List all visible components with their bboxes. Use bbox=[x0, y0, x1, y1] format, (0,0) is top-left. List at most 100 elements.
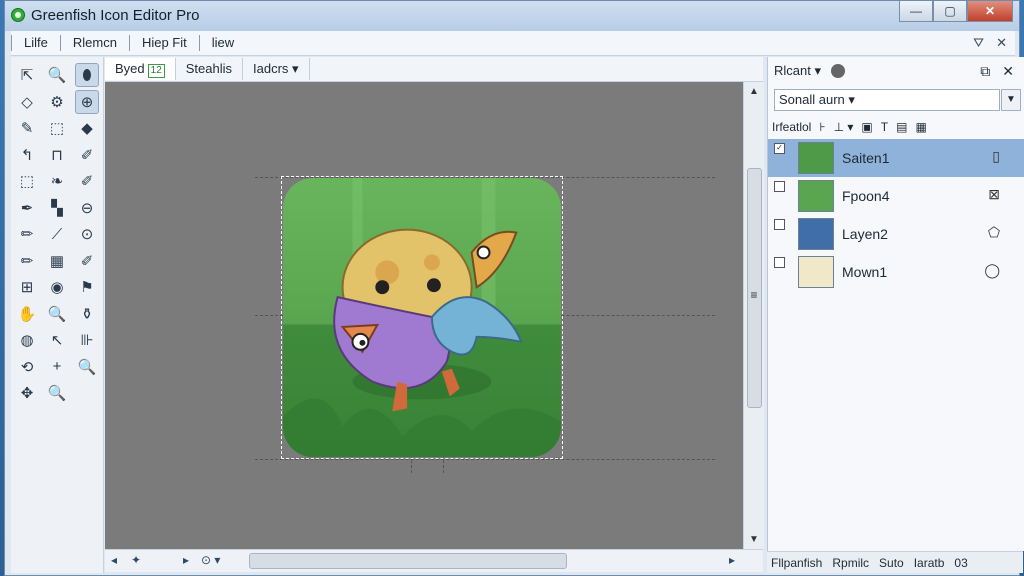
layer-lock-icon[interactable]: ▯ bbox=[992, 148, 1000, 165]
dock-icon[interactable]: ⧉ bbox=[980, 63, 990, 80]
layer-name: Layen2 bbox=[842, 226, 888, 242]
layer-options-icon[interactable]: ◯ bbox=[984, 262, 1000, 279]
bucket-icon[interactable]: ⚱ bbox=[75, 302, 99, 326]
menu-bar: Lilfe Rlemcn Hiep Fit liew ⛛ ✕ bbox=[11, 31, 1015, 56]
spray-icon[interactable]: ✏ bbox=[15, 222, 39, 246]
blend-mode-select[interactable]: Sonall aurn ▾ bbox=[774, 89, 1000, 111]
layer-options-icon[interactable]: ⬠ bbox=[988, 224, 1000, 241]
text-layer-icon[interactable]: T bbox=[881, 120, 888, 134]
status-count: 03 bbox=[954, 555, 968, 570]
leaf-icon[interactable]: ❧ bbox=[45, 169, 69, 193]
bird-icon-artwork bbox=[283, 178, 561, 457]
status-app: Fllpanfish bbox=[771, 555, 823, 570]
layer-row[interactable]: Layen2 ⬠ bbox=[768, 215, 1024, 253]
search-large-icon[interactable]: 🔍 bbox=[75, 355, 99, 379]
plus-icon[interactable]: + bbox=[45, 355, 69, 379]
menu-help[interactable]: Hiep Fit bbox=[128, 35, 199, 51]
scroll-down-arrow[interactable]: ▼ bbox=[744, 534, 764, 545]
hand-icon[interactable]: ✋ bbox=[15, 302, 39, 326]
bird-illustration bbox=[283, 178, 561, 457]
document-tabs: Byed 12 Steahlis Iadcrs ▾ bbox=[105, 57, 763, 82]
menu-view[interactable]: liew bbox=[198, 35, 246, 51]
gradient-icon[interactable]: ◉ bbox=[45, 275, 69, 299]
dotted-select-icon[interactable]: ⬚ bbox=[15, 169, 39, 193]
layer-props-button[interactable]: Irfeatlol bbox=[772, 120, 811, 134]
anchor-icon[interactable]: ✦ bbox=[131, 553, 141, 567]
tab-byed[interactable]: Byed 12 bbox=[105, 58, 176, 80]
menu-edit[interactable]: Rlemcn bbox=[59, 35, 129, 51]
horizontal-scrollbar[interactable]: ◂ ✦ ▸ ⊙ ▾ ▸ bbox=[105, 549, 763, 572]
line-icon[interactable]: ⟋ bbox=[45, 222, 69, 246]
vertical-scrollbar[interactable]: ▲ ≡ ▼ bbox=[743, 82, 764, 549]
filter-icon[interactable]: ⛛ bbox=[973, 35, 984, 51]
flip-icon[interactable]: ⊪ bbox=[75, 328, 99, 352]
status-auto: Suto bbox=[879, 555, 904, 570]
color-swatch-icon[interactable]: ▦ bbox=[45, 249, 69, 273]
play-icon[interactable]: ▸ bbox=[183, 553, 189, 567]
anchor-tool-icon[interactable]: ⊦ bbox=[819, 120, 825, 134]
checker-icon[interactable]: ▚ bbox=[45, 196, 69, 220]
drawing-canvas[interactable] bbox=[105, 82, 743, 549]
panel-globe-icon[interactable] bbox=[831, 64, 845, 78]
cursor-icon[interactable]: ↖ bbox=[45, 328, 69, 352]
diamond-select-icon[interactable]: ◇ bbox=[15, 90, 39, 114]
icon-selection-frame[interactable] bbox=[281, 176, 563, 459]
window-controls: — ▢ ✕ bbox=[899, 1, 1013, 22]
layer-options-icon[interactable]: ⊠ bbox=[988, 186, 1000, 203]
layer-name: Mown1 bbox=[842, 264, 888, 280]
zoom-small-icon[interactable]: 🔍 bbox=[45, 381, 69, 405]
tab-layers[interactable]: Iadcrs ▾ bbox=[243, 58, 310, 80]
zoom-dropdown[interactable]: ⊙ ▾ bbox=[201, 553, 220, 567]
eraser-icon[interactable]: ✏ bbox=[15, 249, 39, 273]
panel-title[interactable]: Rlcant ▾ bbox=[774, 63, 821, 79]
pencil-icon[interactable]: ✎ bbox=[15, 116, 39, 140]
grid-layer-icon[interactable]: ▦ bbox=[915, 120, 926, 134]
text-flag-icon[interactable]: ⚑ bbox=[75, 275, 99, 299]
eyedrop-icon[interactable]: ✐ bbox=[75, 143, 99, 167]
stamp-icon[interactable]: ⊓ bbox=[45, 143, 69, 167]
globe-icon[interactable]: ◍ bbox=[15, 328, 39, 352]
rect-select-icon[interactable]: ⬚ bbox=[45, 116, 69, 140]
magic-wand-icon[interactable]: ⚙ bbox=[45, 90, 69, 114]
layer-visibility-checkbox[interactable]: ✓ bbox=[774, 143, 785, 154]
chevron-down-icon[interactable]: ▼ bbox=[1001, 89, 1021, 111]
tab-steahlis[interactable]: Steahlis bbox=[176, 58, 244, 80]
panel-close-icon[interactable]: ✕ bbox=[1002, 63, 1014, 80]
circle-zoom-icon[interactable]: ⊙ bbox=[75, 222, 99, 246]
menu-file[interactable]: Lilfe bbox=[11, 35, 60, 51]
crop-icon[interactable]: ⊞ bbox=[15, 275, 39, 299]
close-button[interactable]: ✕ bbox=[967, 1, 1013, 22]
fill-icon[interactable]: ◆ bbox=[75, 116, 99, 140]
minimize-button[interactable]: — bbox=[899, 1, 933, 22]
layer-visibility-checkbox[interactable] bbox=[774, 219, 785, 230]
magnify-icon[interactable]: 🔍 bbox=[45, 302, 69, 326]
zoom-out-icon[interactable]: ⊖ bbox=[75, 196, 99, 220]
scroll-right-arrow[interactable]: ▸ bbox=[729, 553, 735, 567]
pointer-tool-icon[interactable]: ⇱ bbox=[15, 63, 39, 87]
new-layer-icon[interactable]: ▤ bbox=[896, 120, 907, 134]
smudge-icon[interactable]: ✐ bbox=[75, 169, 99, 193]
close-icon[interactable]: ✕ bbox=[996, 35, 1007, 51]
mask-icon[interactable]: ▣ bbox=[861, 120, 872, 134]
zoom-in-icon[interactable]: ⊕ bbox=[75, 89, 99, 114]
layer-thumbnail bbox=[798, 218, 834, 250]
maximize-button[interactable]: ▢ bbox=[933, 1, 967, 22]
layer-row[interactable]: ✓ Saiten1 ▯ bbox=[768, 139, 1024, 177]
transform-icon[interactable]: ⟲ bbox=[15, 355, 39, 379]
scroll-left-arrow[interactable]: ◂ bbox=[111, 553, 117, 567]
layer-thumbnail bbox=[798, 256, 834, 288]
brush-icon[interactable]: ✒ bbox=[15, 196, 39, 220]
blur-icon[interactable]: ✐ bbox=[75, 249, 99, 273]
hscroll-thumb[interactable] bbox=[249, 553, 567, 569]
merge-icon[interactable]: ⊥ ▾ bbox=[834, 120, 854, 134]
lasso-icon[interactable]: ↰ bbox=[15, 143, 39, 167]
move-icon[interactable]: ✥ bbox=[15, 381, 39, 405]
zoom-tool-icon[interactable]: 🔍 bbox=[45, 63, 69, 87]
shield-tool-icon[interactable]: ⬮ bbox=[75, 63, 99, 87]
status-ratio: Iaratb bbox=[913, 555, 945, 570]
layer-row[interactable]: Fpoon4 ⊠ bbox=[768, 177, 1024, 215]
layer-visibility-checkbox[interactable] bbox=[774, 181, 785, 192]
scroll-up-arrow[interactable]: ▲ bbox=[744, 86, 764, 97]
layer-visibility-checkbox[interactable] bbox=[774, 257, 785, 268]
layer-row[interactable]: Mown1 ◯ bbox=[768, 253, 1024, 291]
